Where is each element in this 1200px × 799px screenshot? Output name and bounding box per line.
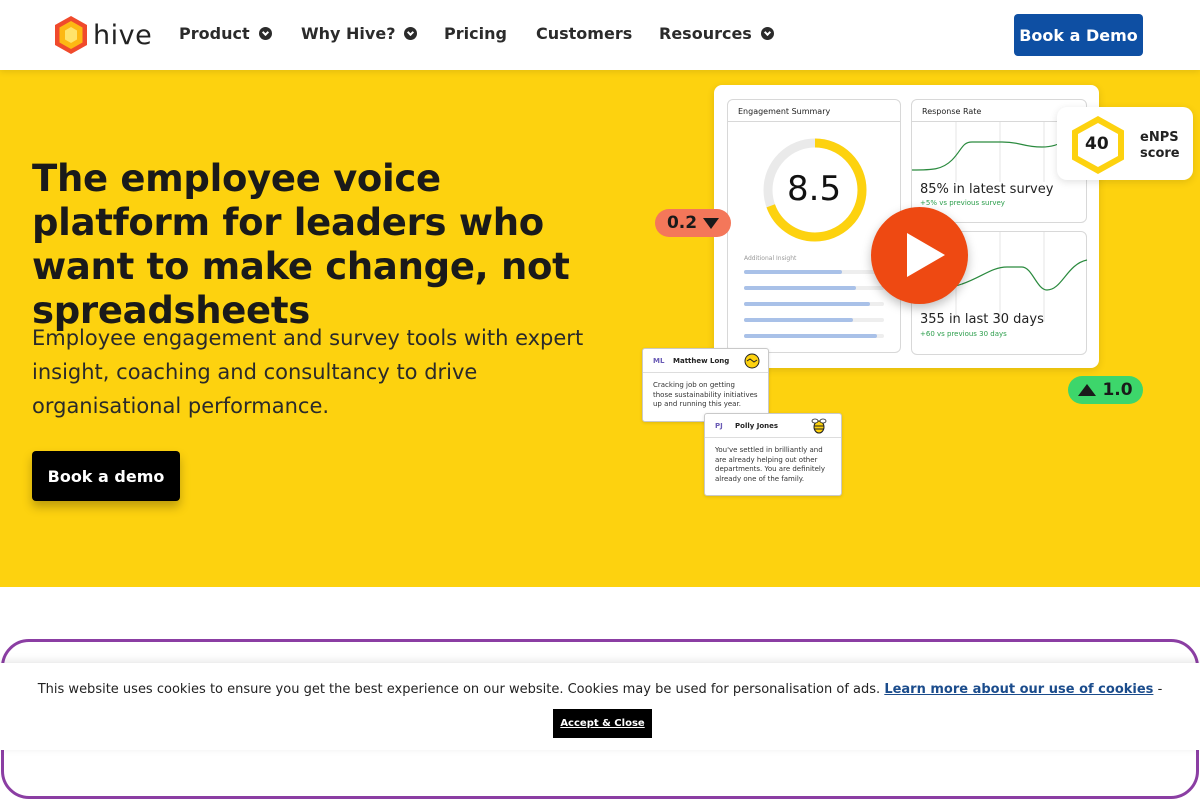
comment-divider <box>705 437 841 438</box>
comment-line: Cracking job on getting <box>653 381 735 389</box>
comment-text: You've settled in brilliantly and are al… <box>715 446 825 484</box>
score-change-value: 0.2 <box>666 213 698 233</box>
comment-line: those sustainability initiatives <box>653 390 758 399</box>
nav-item-product[interactable]: Product <box>179 24 272 43</box>
comment-initials: PJ <box>715 422 723 430</box>
nav-item-label: Why Hive? <box>301 24 396 43</box>
nav-item-pricing[interactable]: Pricing <box>444 24 507 43</box>
book-demo-nav-button[interactable]: Book a Demo <box>1014 14 1143 56</box>
additional-insight-label: Additional Insight <box>744 255 797 262</box>
comment-line: You've settled in brilliantly and <box>715 446 823 454</box>
comment-text: Cracking job on getting those sustainabi… <box>653 381 758 410</box>
chevron-down-icon <box>258 27 272 40</box>
comment-card: PJ Polly Jones You've settled in brillia… <box>704 413 842 496</box>
score-change-down-badge: 0.2 <box>655 209 731 237</box>
insight-bar-fill <box>744 302 870 306</box>
cookie-message: This website uses cookies to ensure you … <box>0 682 1200 697</box>
comment-line: already one of the family. <box>715 474 805 483</box>
engagement-summary-card: Engagement Summary 8.5 Additional Insigh… <box>727 99 901 353</box>
nav-item-label: Product <box>179 24 250 43</box>
comment-card: ML Matthew Long Cracking job on getting … <box>642 348 769 422</box>
triangle-down-icon <box>703 217 720 229</box>
activity-change: +60 vs previous 30 days <box>920 330 1007 338</box>
enps-score: 40 <box>1085 134 1109 154</box>
response-rate-change: +5% vs previous survey <box>920 199 1005 207</box>
insight-bar-fill <box>744 334 877 338</box>
comment-line: up and running this year. <box>653 400 741 408</box>
insight-bar-track <box>744 334 884 338</box>
top-navigation: hive Product Why Hive? Pricing Customers… <box>0 0 1200 70</box>
response-rate-stat: 85% in latest survey <box>920 182 1054 197</box>
cookie-policy-link[interactable]: Learn more about our use of cookies <box>884 682 1153 697</box>
chevron-down-icon <box>404 27 418 40</box>
enps-label: eNPS score <box>1140 130 1180 162</box>
chevron-down-icon <box>760 27 774 40</box>
insight-bar-track <box>744 270 884 274</box>
nav-item-customers[interactable]: Customers <box>536 24 632 43</box>
engagement-score: 8.5 <box>787 169 842 209</box>
play-icon <box>907 233 945 277</box>
play-video-button[interactable] <box>871 207 968 304</box>
logo-wordmark: hive <box>93 19 153 51</box>
score-change-value: 1.0 <box>1102 380 1133 400</box>
enps-label-line2: score <box>1140 146 1180 161</box>
triangle-up-icon <box>1078 384 1097 396</box>
insight-bar-fill <box>744 270 842 274</box>
comment-author: Polly Jones <box>735 422 779 430</box>
insight-bar-track <box>744 286 884 290</box>
handshake-icon <box>744 353 760 369</box>
enps-score-card: 40 eNPS score <box>1057 107 1193 180</box>
bee-icon <box>811 418 827 434</box>
card-divider <box>728 121 900 122</box>
hive-logo[interactable]: hive <box>53 15 152 55</box>
activity-stat: 355 in last 30 days <box>920 312 1044 327</box>
comment-author: Matthew Long <box>673 357 730 365</box>
cookie-suffix: - <box>1157 682 1163 697</box>
insight-bar-fill <box>744 318 854 322</box>
hive-hexagon-icon <box>55 16 87 54</box>
comment-line: departments. You are definitely <box>715 465 826 473</box>
hero-subtitle: Employee engagement and survey tools wit… <box>32 326 584 418</box>
enps-label-line1: eNPS <box>1140 130 1179 145</box>
card-title: Engagement Summary <box>738 107 831 116</box>
cookie-banner: This website uses cookies to ensure you … <box>0 663 1200 750</box>
nav-item-label: Resources <box>659 24 752 43</box>
insight-bar-track <box>744 318 884 322</box>
hero-title: The employee voice platform for leaders … <box>32 157 570 332</box>
score-change-up-badge: 1.0 <box>1068 376 1143 404</box>
nav-item-label: Pricing <box>444 24 507 43</box>
accept-cookies-button[interactable]: Accept & Close <box>553 709 652 738</box>
comment-line: are already helping out other <box>715 455 818 464</box>
comment-divider <box>643 372 768 373</box>
insight-bar-track <box>744 302 884 306</box>
insight-bar-fill <box>744 286 856 290</box>
nav-item-resources[interactable]: Resources <box>659 24 774 43</box>
comment-initials: ML <box>653 357 665 365</box>
card-title: Response Rate <box>922 107 982 116</box>
book-demo-hero-button[interactable]: Book a demo <box>32 451 180 501</box>
nav-item-why-hive[interactable]: Why Hive? <box>301 24 418 43</box>
nav-item-label: Customers <box>536 24 633 43</box>
cookie-text: This website uses cookies to ensure you … <box>37 682 881 697</box>
